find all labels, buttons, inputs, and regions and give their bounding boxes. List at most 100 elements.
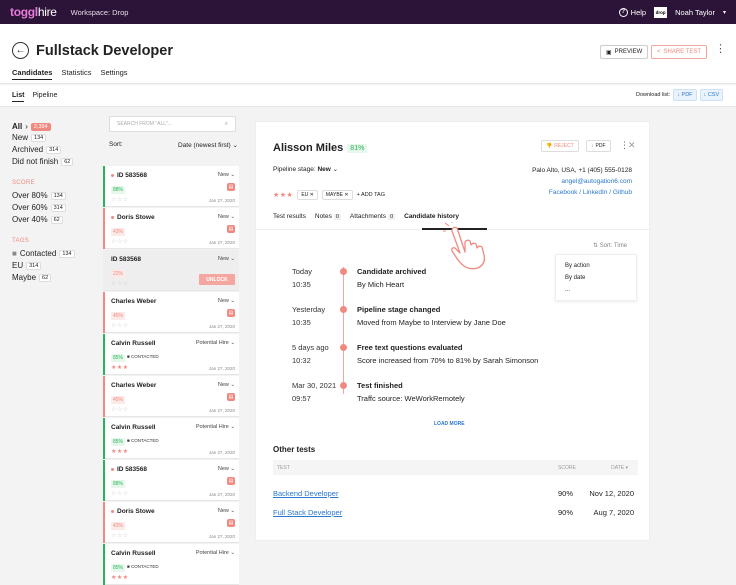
tag-maybe-label: MAYBE <box>325 192 344 198</box>
sort-option-date[interactable]: By date <box>565 272 627 284</box>
load-more-button[interactable]: LOAD MORE <box>434 421 465 427</box>
tab-notes-label: Notes <box>314 213 332 220</box>
more-options-icon[interactable]: ⋮ <box>715 44 726 55</box>
workspace-selector[interactable]: Workspace: Drop <box>71 8 129 17</box>
rating-stars[interactable]: ★★★ <box>273 191 293 199</box>
tag-maybe[interactable]: MAYBE ✕ <box>321 190 353 200</box>
unlock-button[interactable]: UNLOCK <box>199 274 235 285</box>
filter-all[interactable]: All › 2,394 <box>12 122 51 131</box>
candidate-status-dropdown[interactable]: New ⌄ <box>218 214 235 220</box>
status-bar <box>103 544 105 585</box>
tab-statistics[interactable]: Statistics <box>61 68 91 80</box>
tab-attachments[interactable]: Attachments 0 <box>350 213 396 220</box>
filter-archived[interactable]: Archived 314 <box>12 145 62 154</box>
pdf-button[interactable]: ↓ PDF <box>586 140 611 152</box>
candidate-card[interactable]: Calvin Russell Potential Hire ⌄ 85% ■ CONTA… <box>103 544 239 585</box>
add-tag-button[interactable]: + ADD TAG <box>357 192 385 198</box>
candidate-status-dropdown[interactable]: New ⌄ <box>218 466 235 472</box>
download-pdf-button[interactable]: ↓ PDF <box>673 89 697 101</box>
candidate-card-name: Doris Stowe <box>117 508 155 515</box>
filter-over-80[interactable]: Over 80% 134 <box>12 191 66 200</box>
tab-list[interactable]: List <box>12 92 25 102</box>
timeline-line <box>343 267 344 394</box>
tag-eu[interactable]: EU ✕ <box>297 190 318 200</box>
score-heading: SCORE <box>12 180 35 186</box>
sort-dropdown[interactable]: Date (newest first) ⌄ <box>178 141 238 149</box>
logo-sub: hire <box>37 5 57 19</box>
candidate-card[interactable]: Charles Weber New ⌄ 45% ☆☆☆ ▤ Jan 27, 2020 <box>103 376 239 417</box>
timeline-event: Test finished Traffc source: WeWorkRemote… <box>357 379 465 405</box>
col-date[interactable]: DATE ▾ <box>611 465 628 471</box>
filter-over-40[interactable]: Over 40% 62 <box>12 215 63 224</box>
candidate-card[interactable]: Calvin Russell Potential Hire ⌄ 85% ■ CONTA… <box>103 334 239 375</box>
candidate-card[interactable]: ID 583568 New ⌄ 88% ☆☆☆ ▤ Jan 27, 2020 <box>103 460 239 501</box>
sort-label: Sort: <box>109 141 123 148</box>
tab-notes[interactable]: Notes 0 <box>315 213 341 220</box>
candidate-score-badge: 81% <box>347 143 368 153</box>
preview-button[interactable]: ▣ PREVIEW <box>600 45 649 59</box>
download-label: Download list: <box>636 92 671 98</box>
sort-time-button[interactable]: ⇅ Sort: Time <box>593 242 627 249</box>
sort-dropdown-menu: By action By date ... <box>555 254 637 301</box>
user-menu[interactable]: Noah Taylor ▾ <box>675 8 726 17</box>
filter-over-60[interactable]: Over 60% 314 <box>12 203 66 212</box>
candidate-detail-panel: Alisson Miles 81% 👎 REJECT ↓ PDF ⋮ ✕ Pipeli… <box>255 121 651 541</box>
status-bar <box>103 418 105 459</box>
download-csv-button[interactable]: ↓ CSV <box>699 89 724 101</box>
timeline-time: 10:35 <box>292 280 311 289</box>
other-test-link[interactable]: Backend Developer <box>273 489 338 498</box>
candidate-status-dropdown[interactable]: New ⌄ <box>218 172 235 178</box>
timeline-when: 5 days ago 10:32 <box>292 341 329 367</box>
candidate-status-dropdown[interactable]: Potential Hire ⌄ <box>196 340 235 346</box>
email-link[interactable]: angel@autogation6.com <box>532 176 632 187</box>
logo-main: toggl <box>10 5 38 19</box>
other-tests-header: TEST SCORE DATE ▾ <box>273 460 638 475</box>
candidate-card[interactable]: Doris Stowe New ⌄ 43% ☆☆☆ ▤ Jan 27, 2020 <box>103 502 239 543</box>
help-button[interactable]: ? Help <box>618 7 646 17</box>
sort-option-more[interactable]: ... <box>565 284 627 296</box>
candidate-status-dropdown[interactable]: Potential Hire ⌄ <box>196 550 235 556</box>
filter-contacted[interactable]: ■ Contacted 134 <box>12 249 75 258</box>
candidate-status: New <box>217 256 229 262</box>
tab-pipeline[interactable]: Pipeline <box>32 92 57 102</box>
pipeline-stage[interactable]: Pipeline stage: New ⌄ <box>273 165 338 173</box>
search-input[interactable]: SEARCH FROM "ALL"... ⌕ <box>109 116 236 132</box>
filter-dnf-label: Did not finish <box>12 157 59 166</box>
candidate-status-dropdown[interactable]: New ⌄ <box>218 256 235 262</box>
candidate-status-dropdown[interactable]: Potential Hire ⌄ <box>196 424 235 430</box>
close-icon[interactable]: ✕ <box>628 140 636 151</box>
candidate-card[interactable]: Calvin Russell Potential Hire ⌄ 85% ■ CONTA… <box>103 418 239 459</box>
candidate-card[interactable]: Doris Stowe New ⌄ 43% ☆☆☆ ▤ Jan 27, 2020 <box>103 208 239 249</box>
download-pdf-label: PDF <box>681 92 693 98</box>
candidate-status-dropdown[interactable]: New ⌄ <box>218 382 235 388</box>
filter-eu[interactable]: EU 314 <box>12 261 42 270</box>
timeline-dot <box>340 306 347 313</box>
filter-maybe[interactable]: Maybe 62 <box>12 273 52 282</box>
tab-test-results[interactable]: Test results <box>273 213 306 220</box>
app-logo[interactable]: togglhire <box>10 5 57 19</box>
filter-o60-count: 314 <box>50 203 66 212</box>
status-bar <box>103 460 105 501</box>
document-icon: ▤ <box>227 225 235 233</box>
filter-new[interactable]: New 134 <box>12 133 47 142</box>
tab-candidate-history[interactable]: Candidate history <box>404 213 459 220</box>
share-test-button[interactable]: < SHARE TEST <box>651 45 708 59</box>
social-links[interactable]: Facebook / LinkedIn / Github <box>532 187 632 198</box>
filter-did-not-finish[interactable]: Did not finish 62 <box>12 157 74 166</box>
back-button[interactable]: ← <box>12 42 29 59</box>
candidate-status: New <box>217 214 229 220</box>
candidate-status-dropdown[interactable]: New ⌄ <box>218 298 235 304</box>
candidate-status: Potential Hire <box>195 340 229 346</box>
candidate-card[interactable]: ID 583568 New ⌄ 88% ☆☆☆ ▤ Jan 27, 2020 <box>103 166 239 207</box>
other-test-link[interactable]: Full Stack Developer <box>273 508 342 517</box>
timeline-event: Candidate archived By Mich Heart <box>357 265 426 291</box>
candidate-card[interactable]: Charles Weber New ⌄ 45% ☆☆☆ ▤ Jan 27, 2020 <box>103 292 239 333</box>
timeline-dot <box>340 344 347 351</box>
reject-button[interactable]: 👎 REJECT <box>541 140 579 152</box>
candidate-status-dropdown[interactable]: New ⌄ <box>218 508 235 514</box>
candidate-card[interactable]: ID 583568 New ⌄ 22% ☆☆☆ UNLOCK <box>103 250 239 291</box>
sort-option-action[interactable]: By action <box>565 260 627 272</box>
tab-candidates[interactable]: Candidates <box>12 68 53 80</box>
col-score[interactable]: SCORE <box>558 465 576 471</box>
tab-settings[interactable]: Settings <box>100 68 127 80</box>
